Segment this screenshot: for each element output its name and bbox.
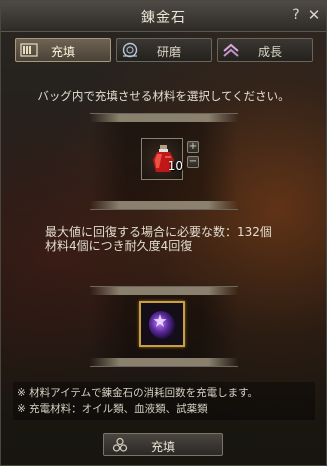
alchemy-stone-slot[interactable]	[139, 301, 185, 347]
note-line-2: ※ 充電材料：オイル類、血液類、試薬類	[17, 403, 208, 415]
material-quantity: 10	[167, 159, 183, 173]
panel-frame-bottom	[90, 358, 238, 366]
tab-charge-label: 充填	[50, 45, 75, 59]
title-bar[interactable]: 錬金石 ? ✕	[1, 1, 326, 32]
tab-growth[interactable]: 成長	[217, 38, 313, 62]
tab-polish[interactable]: 研磨	[116, 38, 212, 62]
purple-alchemy-stone-icon	[148, 311, 176, 339]
panel-frame-top	[90, 287, 238, 295]
charge-button-label: 充填	[150, 440, 175, 454]
panel-frame-top	[90, 114, 238, 122]
tab-growth-label: 成長	[257, 45, 282, 59]
increase-quantity-button[interactable]: +	[187, 141, 199, 153]
tab-bar: 充填 研磨 成長	[15, 38, 313, 64]
help-button[interactable]: ?	[288, 6, 304, 24]
window-title: 錬金石	[141, 10, 186, 26]
tab-polish-label: 研磨	[156, 45, 181, 59]
decrease-quantity-button[interactable]: −	[187, 156, 199, 168]
notes-area: ※ 材料アイテムで錬金石の消耗回数を充電します。 ※ 充電材料：オイル類、血液類…	[13, 382, 315, 420]
close-button[interactable]: ✕	[306, 6, 322, 24]
alchemy-stone-window: 錬金石 ? ✕ 充填 研磨 成長 バッグ内で充填させる材料を選択してください。 …	[0, 0, 327, 466]
durability-recovery-text: 材料4個につき耐久度4回復	[45, 239, 193, 253]
tab-charge[interactable]: 充填	[15, 38, 111, 62]
note-line-1: ※ 材料アイテムで錬金石の消耗回数を充電します。	[17, 387, 259, 399]
charge-button[interactable]: 充填	[103, 433, 223, 456]
instruction-text: バッグ内で充填させる材料を選択してください。	[37, 89, 290, 103]
panel-frame-bottom	[90, 201, 238, 209]
